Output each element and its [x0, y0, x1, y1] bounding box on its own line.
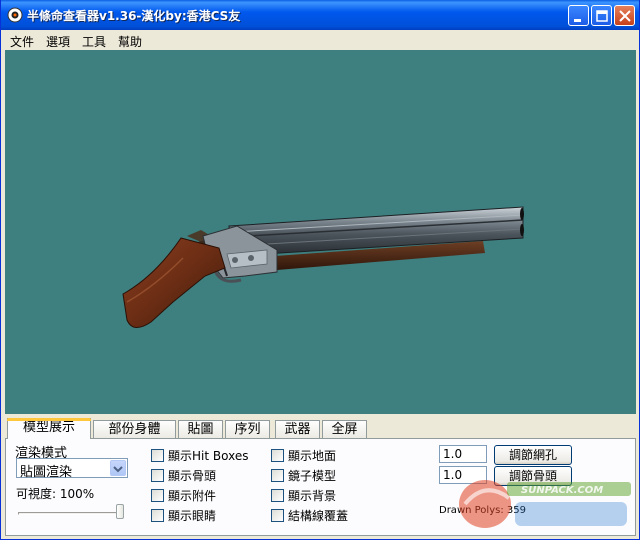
checkbox-background-label: 顯示背景: [288, 489, 337, 503]
checkbox-mirror-label: 鏡子模型: [288, 469, 337, 483]
shotgun-model: [122, 206, 524, 328]
checkbox-ground[interactable]: [271, 449, 284, 462]
visibility-slider-thumb[interactable]: [116, 504, 124, 519]
render-mode-select[interactable]: 貼圖渲染: [16, 458, 128, 480]
minimize-icon: [574, 19, 581, 22]
close-icon: [619, 10, 631, 22]
tab-model-display[interactable]: 模型展示: [7, 418, 91, 439]
checkbox-mirror[interactable]: [271, 469, 284, 482]
checkbox-bones-label: 顯示骨頭: [168, 469, 217, 483]
menu-file[interactable]: 文件: [10, 33, 34, 50]
checkbox-wireframe-label: 結構線覆蓋: [288, 509, 349, 523]
close-button[interactable]: [614, 5, 635, 26]
app-icon: [7, 7, 23, 23]
checkbox-hitboxes-label: 顯示Hit Boxes: [168, 449, 249, 463]
adjust-mesh-button[interactable]: 調節網孔: [494, 445, 572, 465]
menu-tools[interactable]: 工具: [82, 33, 106, 50]
visibility-slider-track[interactable]: [18, 512, 124, 515]
checkbox-background[interactable]: [271, 489, 284, 502]
title-bar[interactable]: 半條命查看器v1.36-漢化by:香港CS友: [1, 0, 639, 30]
maximize-icon: [596, 10, 608, 22]
checkbox-bones[interactable]: [151, 469, 164, 482]
menu-help[interactable]: 幫助: [118, 33, 142, 50]
chevron-down-icon[interactable]: [110, 460, 126, 476]
render-mode-value: 貼圖渲染: [20, 465, 73, 480]
checkbox-wireframe[interactable]: [271, 509, 284, 522]
minimize-button[interactable]: [568, 5, 589, 26]
checkbox-eyes-label: 顯示眼睛: [168, 509, 217, 523]
window-title: 半條命查看器v1.36-漢化by:香港CS友: [27, 9, 241, 23]
app-window: 半條命查看器v1.36-漢化by:香港CS友 文件 選項 工具 幫助 模型展示 …: [0, 0, 640, 540]
menu-options[interactable]: 選項: [46, 33, 70, 50]
mesh-scale-input[interactable]: 1.0: [439, 445, 487, 463]
sunpack-watermark-logo: SUNPACK.COM: [459, 480, 631, 528]
checkbox-ground-label: 顯示地面: [288, 449, 337, 463]
maximize-button[interactable]: [591, 5, 612, 26]
tab-body-parts[interactable]: 部份身體: [93, 420, 176, 438]
tab-textures[interactable]: 貼圖: [178, 420, 223, 438]
tab-weapons[interactable]: 武器: [275, 420, 320, 438]
checkbox-hitboxes[interactable]: [151, 449, 164, 462]
model-viewport[interactable]: [5, 50, 636, 414]
tab-sequences[interactable]: 序列: [225, 420, 270, 438]
svg-text:SUNPACK.COM: SUNPACK.COM: [521, 485, 603, 496]
checkbox-attachments[interactable]: [151, 489, 164, 502]
visibility-label: 可視度: 100%: [16, 487, 95, 501]
tab-fullscreen[interactable]: 全屏: [322, 420, 367, 438]
checkbox-eyes[interactable]: [151, 509, 164, 522]
menu-bar: 文件 選項 工具 幫助: [1, 30, 639, 50]
checkbox-attachments-label: 顯示附件: [168, 489, 217, 503]
